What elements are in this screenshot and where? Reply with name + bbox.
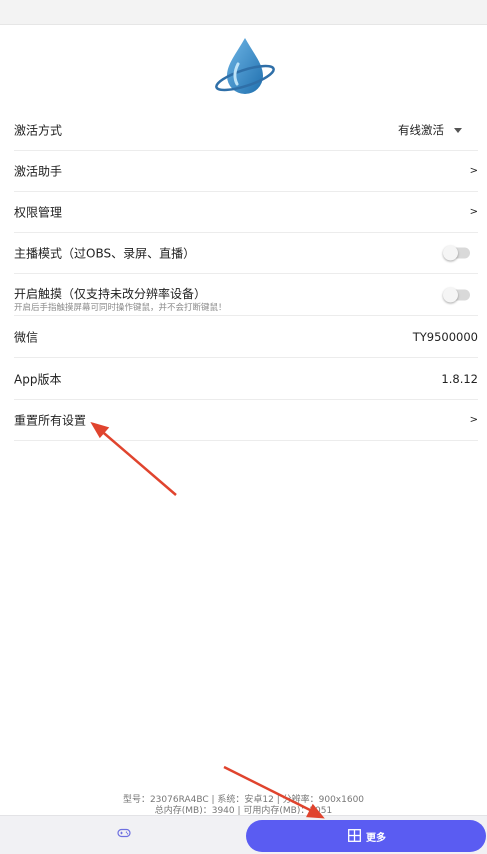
app-version-label: App版本 bbox=[14, 372, 62, 386]
streamer-mode-row: 主播模式（过OBS、录屏、直播） bbox=[14, 232, 478, 274]
grid-icon bbox=[348, 829, 361, 842]
enable-touch-hint: 开启后手指触摸屏幕可同时操作键鼠，并不会打断键鼠！ bbox=[14, 303, 227, 313]
tab-more-label: 更多 bbox=[366, 833, 386, 844]
streamer-mode-toggle[interactable] bbox=[443, 245, 470, 260]
app-logo-icon bbox=[215, 38, 275, 94]
wechat-value: TY9500000 bbox=[412, 329, 478, 344]
toggle-knob bbox=[443, 245, 458, 260]
activation-helper-label: 激活助手 bbox=[14, 164, 63, 178]
enable-touch-toggle[interactable] bbox=[443, 287, 470, 302]
tab-more[interactable]: 更多 bbox=[246, 820, 486, 852]
permission-management-row[interactable]: 权限管理 > bbox=[14, 191, 478, 233]
dropdown-arrow-icon bbox=[454, 127, 462, 133]
tab-game[interactable] bbox=[0, 816, 246, 854]
wechat-row: 微信 TY9500000 bbox=[14, 316, 478, 358]
status-bar bbox=[0, 0, 487, 25]
activation-mode-dropdown[interactable]: 有线激活 bbox=[398, 122, 462, 138]
activation-mode-row[interactable]: 激活方式 有线激活 bbox=[14, 109, 478, 151]
chevron-right-icon: > bbox=[469, 414, 478, 425]
activation-mode-label: 激活方式 bbox=[14, 123, 63, 137]
bottom-nav: 更多 bbox=[0, 815, 487, 854]
reset-all-label: 重置所有设置 bbox=[14, 413, 87, 427]
activation-mode-value: 有线激活 bbox=[398, 122, 444, 137]
streamer-mode-label: 主播模式（过OBS、录屏、直播） bbox=[14, 246, 196, 260]
enable-touch-row: 开启触摸（仅支持未改分辨率设备） 开启后手指触摸屏幕可同时操作键鼠，并不会打断键… bbox=[14, 274, 478, 316]
gamepad-icon bbox=[117, 828, 131, 838]
toggle-knob bbox=[443, 287, 458, 302]
permission-management-label: 权限管理 bbox=[14, 205, 63, 219]
reset-all-row[interactable]: 重置所有设置 > bbox=[14, 399, 478, 441]
app-version-value: 1.8.12 bbox=[441, 371, 478, 386]
chevron-right-icon: > bbox=[469, 206, 478, 217]
chevron-right-icon: > bbox=[469, 165, 478, 176]
activation-helper-row[interactable]: 激活助手 > bbox=[14, 150, 478, 192]
enable-touch-label: 开启触摸（仅支持未改分辨率设备） bbox=[14, 287, 207, 301]
wechat-label: 微信 bbox=[14, 330, 39, 344]
app-version-row: App版本 1.8.12 bbox=[14, 358, 478, 400]
